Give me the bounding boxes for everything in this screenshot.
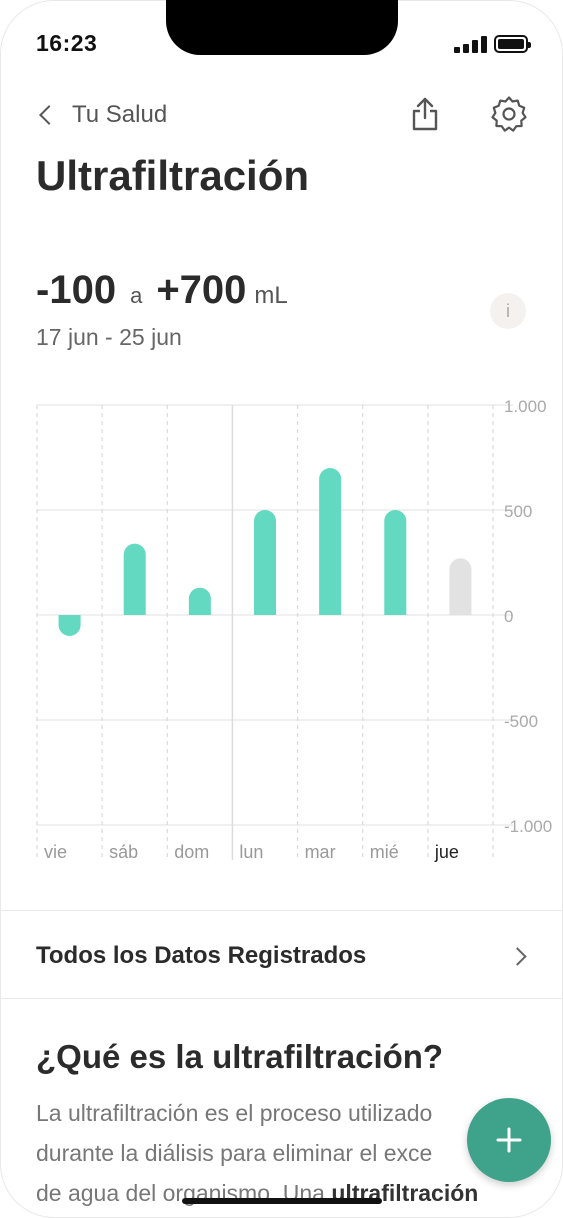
explainer-text: La ultrafiltración es el proceso utiliza… xyxy=(36,1093,516,1213)
x-tick-label: jue xyxy=(434,842,459,862)
range-unit: mL xyxy=(254,282,288,309)
y-tick-label: 1.000 xyxy=(504,397,547,416)
back-label: Tu Salud xyxy=(72,101,168,128)
bar-lun xyxy=(254,510,276,615)
add-button[interactable] xyxy=(467,1098,551,1182)
explainer-line-2: durante la diálisis para eliminar el exc… xyxy=(36,1140,433,1166)
bar-dom xyxy=(188,587,211,615)
divider-bottom xyxy=(0,998,563,999)
share-icon[interactable] xyxy=(410,96,440,132)
date-range: 17 jun - 25 jun xyxy=(36,324,182,350)
phone-screen: 16:23 Tu Salud Ultrafiltración -100 a +7… xyxy=(0,0,563,1218)
battery-icon xyxy=(494,35,531,53)
signal-icon xyxy=(454,36,488,53)
x-tick-label: lun xyxy=(239,842,263,862)
info-button[interactable]: i xyxy=(490,293,526,329)
divider-top xyxy=(0,910,563,911)
ultrafiltration-chart: 1.000 500 0 -500 -1.000 vie sáb dom lun mar mié jue xyxy=(36,397,552,862)
info-icon: i xyxy=(506,300,510,321)
notch xyxy=(166,0,398,55)
x-tick-label: mié xyxy=(370,842,399,862)
bar-jue xyxy=(449,558,472,615)
x-tick-label: mar xyxy=(305,842,336,862)
page-title: Ultrafiltración xyxy=(36,152,310,199)
explainer-title: ¿Qué es la ultrafiltración? xyxy=(36,1038,444,1075)
status-time: 16:23 xyxy=(36,30,98,56)
y-tick-label: 500 xyxy=(504,502,532,521)
explainer-line-3: de agua del organismo. Una ultrafiltraci… xyxy=(36,1173,516,1213)
chevron-left-icon xyxy=(39,105,59,125)
home-indicator xyxy=(182,1198,382,1204)
gear-icon[interactable] xyxy=(490,95,528,133)
range-max: +700 xyxy=(156,268,247,312)
range-connector: a xyxy=(130,283,143,308)
explainer-line-1: La ultrafiltración es el proceso utiliza… xyxy=(36,1100,433,1126)
status-bar: 16:23 xyxy=(0,0,563,80)
x-tick-label: dom xyxy=(174,842,209,862)
y-tick-label: -500 xyxy=(504,712,538,731)
back-button[interactable]: Tu Salud xyxy=(36,99,167,131)
bar-sáb xyxy=(123,543,146,615)
all-data-label: Todos los Datos Registrados xyxy=(36,942,367,969)
bar-vie xyxy=(58,615,81,636)
value-range: -100 a +700 mL xyxy=(36,268,288,313)
y-tick-label: -1.000 xyxy=(504,817,552,836)
x-tick-label: vie xyxy=(44,842,67,862)
range-min: -100 xyxy=(36,268,117,312)
chevron-right-icon xyxy=(508,946,527,966)
bar-mié xyxy=(384,510,407,615)
x-tick-label: sáb xyxy=(109,842,138,862)
bar-mar xyxy=(319,468,342,615)
y-tick-label: 0 xyxy=(504,607,513,626)
all-data-row[interactable]: Todos los Datos Registrados xyxy=(36,936,532,976)
plus-icon xyxy=(496,1127,522,1153)
